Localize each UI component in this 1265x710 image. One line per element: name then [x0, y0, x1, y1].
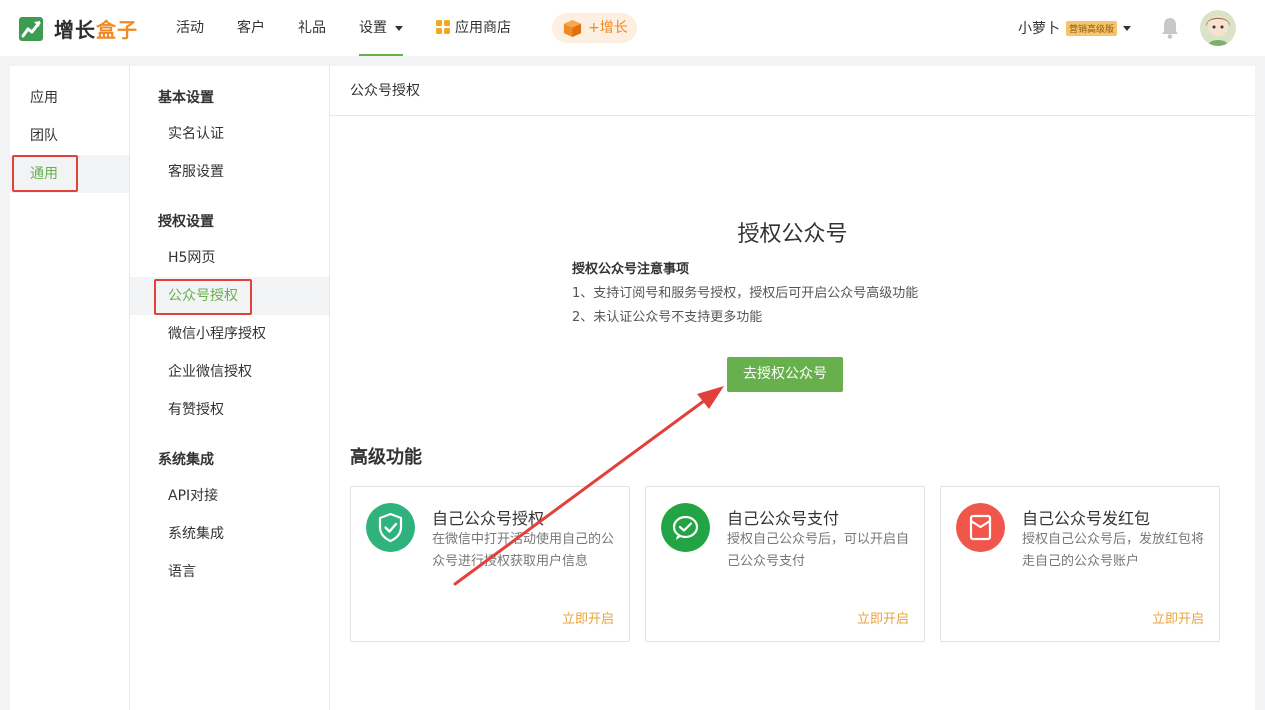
menu-item-system-integration[interactable]: 系统集成 [130, 515, 329, 553]
group-title-basic: 基本设置 [158, 90, 214, 106]
menu-item-customer-service[interactable]: 客服设置 [130, 153, 329, 191]
nav-item-settings[interactable]: 设置 [359, 0, 403, 56]
app-grid-icon [436, 20, 450, 34]
highlight-box [154, 279, 252, 315]
main-panel: 公众号授权 授权公众号 授权公众号注意事项 1、支持订阅号和服务号授权，授权后可… [330, 66, 1255, 710]
auth-title: 授权公众号 [737, 222, 848, 247]
note-line: 1、支持订阅号和服务号授权，授权后可开启公众号高级功能 [572, 286, 919, 301]
card-title: 自己公众号支付 [727, 509, 840, 528]
feature-card: 自己公众号支付 授权自己公众号后，可以开启自己公众号支付 立即开启 [645, 486, 925, 642]
card-desc: 授权自己公众号后，发放红包将走自己的公众号账户 [1022, 532, 1205, 569]
top-bar: 增长盒子 活动 客户 礼品 设置 应用商店 +增长 小萝卜 营销高级版 [0, 0, 1265, 56]
menu-item-youzan-auth[interactable]: 有赞授权 [130, 391, 329, 429]
enable-link[interactable]: 立即开启 [1152, 608, 1204, 627]
enable-link[interactable]: 立即开启 [562, 608, 614, 627]
growth-logo-icon [19, 16, 43, 41]
group-title-auth: 授权设置 [158, 214, 214, 230]
note-line: 2、未认证公众号不支持更多功能 [572, 310, 763, 325]
nav-item-activity[interactable]: 活动 [176, 0, 204, 56]
sidebar-item-app[interactable]: 应用 [10, 79, 129, 117]
card-title: 自己公众号授权 [432, 509, 545, 528]
menu-item-real-name[interactable]: 实名认证 [130, 115, 329, 153]
nav-item-app-store[interactable]: 应用商店 [436, 0, 511, 56]
bell-icon[interactable] [1160, 17, 1180, 39]
wechat-pay-icon [661, 503, 710, 552]
chevron-down-icon [395, 25, 403, 31]
card-title: 自己公众号发红包 [1022, 509, 1151, 528]
advanced-features-title: 高级功能 [350, 447, 422, 468]
group-title-integration: 系统集成 [158, 452, 214, 468]
nav-item-gift[interactable]: 礼品 [298, 0, 326, 56]
logo[interactable]: 增长盒子 [18, 14, 138, 43]
highlight-box [12, 155, 78, 192]
secondary-sidebar: 基本设置 实名认证 客服设置 授权设置 H5网页 公众号授权 微信小程序授权 企… [130, 66, 329, 710]
card-desc: 授权自己公众号后，可以开启自己公众号支付 [727, 532, 910, 569]
menu-item-mini-program-auth[interactable]: 微信小程序授权 [130, 315, 329, 353]
menu-item-h5[interactable]: H5网页 [130, 239, 329, 277]
plan-badge: 营销高级版 [1066, 20, 1118, 36]
menu-item-language[interactable]: 语言 [130, 553, 329, 591]
menu-item-api[interactable]: API对接 [130, 477, 329, 515]
card-desc: 在微信中打开活动使用自己的公众号进行授权获取用户信息 [432, 532, 615, 569]
brand-name: 增长盒子 [54, 18, 138, 42]
page-title: 公众号授权 [330, 66, 1255, 116]
grow-button[interactable]: +增长 [552, 13, 637, 43]
enable-link[interactable]: 立即开启 [857, 608, 909, 627]
sidebar-item-team[interactable]: 团队 [10, 117, 129, 155]
feature-card: 自己公众号授权 在微信中打开活动使用自己的公众号进行授权获取用户信息 立即开启 [350, 486, 630, 642]
nav-item-customer[interactable]: 客户 [237, 0, 265, 56]
box-icon [563, 19, 582, 38]
authorize-button[interactable]: 去授权公众号 [727, 357, 843, 392]
red-packet-icon [956, 503, 1005, 552]
notes-heading: 授权公众号注意事项 [572, 262, 690, 277]
auth-notes: 授权公众号注意事项 1、支持订阅号和服务号授权，授权后可开启公众号高级功能 2、… [572, 258, 918, 330]
grow-label: +增长 [588, 20, 628, 36]
user-name: 小萝卜 [1018, 21, 1060, 37]
main-nav: 活动 客户 礼品 设置 应用商店 [176, 0, 544, 56]
feature-card: 自己公众号发红包 授权自己公众号后，发放红包将走自己的公众号账户 立即开启 [940, 486, 1220, 642]
avatar[interactable] [1200, 10, 1236, 46]
user-menu[interactable]: 小萝卜 营销高级版 [1018, 0, 1132, 56]
shield-check-icon [366, 503, 415, 552]
chevron-down-icon [1123, 25, 1132, 31]
menu-item-wecom-auth[interactable]: 企业微信授权 [130, 353, 329, 391]
